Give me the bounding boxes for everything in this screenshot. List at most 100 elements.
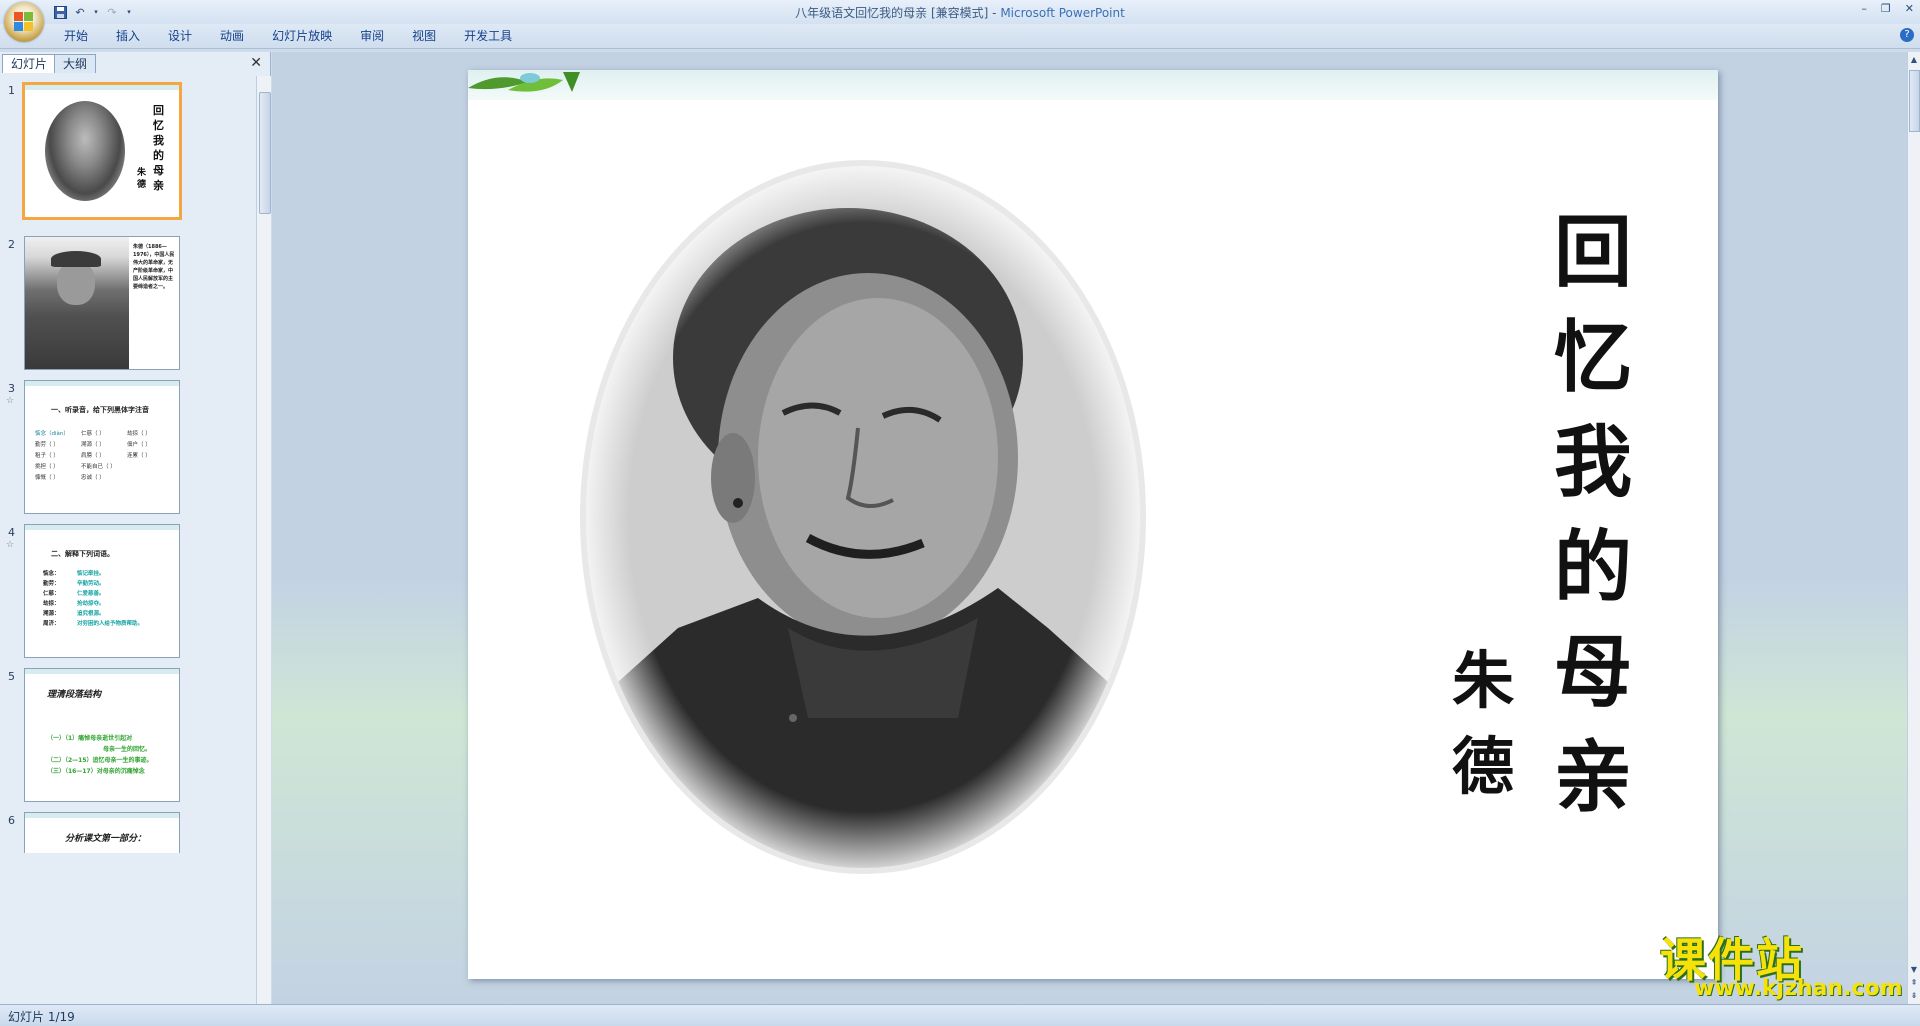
document-title: 八年级语文回忆我的母亲 [兼容模式] - bbox=[795, 6, 1001, 20]
thumb-term: 惦念： bbox=[43, 571, 60, 577]
thumb-photo bbox=[25, 237, 129, 369]
thumb-cell: 不能自已（ ） bbox=[81, 464, 116, 470]
close-button[interactable]: ✕ bbox=[1905, 2, 1914, 15]
title-char: 回 bbox=[1553, 207, 1632, 298]
thumb-pinyin-table: 惦念（diàn） 仁慈（ ） 劫掠（ ） 勤劳（ ） 溯源（ ） 佃户（ ） 租子（ ）… bbox=[35, 429, 151, 484]
site-watermark: 课件站 www.kjzhan.com bbox=[1660, 924, 1910, 1004]
thumb-bio-text: 朱德（1886—1976），中国人民伟大的革命家，无产阶级革命家，中国人民解放军… bbox=[133, 244, 175, 290]
tab-home[interactable]: 开始 bbox=[50, 28, 102, 44]
thumb-band bbox=[25, 381, 179, 386]
help-icon[interactable]: ? bbox=[1900, 28, 1914, 42]
thumb-line: 母亲一生的回忆。 bbox=[103, 746, 152, 753]
tab-view[interactable]: 视图 bbox=[398, 28, 450, 44]
slide-canvas[interactable]: 回 忆 我 的 母 亲 朱 德 bbox=[468, 70, 1718, 979]
thumb-line: （二）（2—15）追忆母亲一生的事迹。 bbox=[47, 757, 153, 764]
slide-thumb-row-5: 5 理清段落结构 （一）（1）痛悼母亲逝世引起对 母亲一生的回忆。 （二）（2—… bbox=[0, 668, 256, 808]
pane-tabs: 幻灯片 大纲 ✕ bbox=[2, 54, 266, 74]
tab-animations[interactable]: 动画 bbox=[206, 28, 258, 44]
thumb-row: 惦念： 惦记牵挂。 bbox=[43, 569, 143, 579]
tab-design[interactable]: 设计 bbox=[154, 28, 206, 44]
thumb-row: 劫掠： 抢劫掠夺。 bbox=[43, 599, 143, 609]
thumb-definitions: 惦念： 惦记牵挂。 勤劳： 辛勤劳动。 仁慈： 仁爱慈善。 劫掠： 抢劫掠夺。 溯源： 追… bbox=[43, 569, 143, 629]
slide-number: 6 bbox=[8, 814, 15, 827]
title-char: 母 bbox=[1553, 627, 1632, 718]
restore-button[interactable]: ❐ bbox=[1881, 2, 1891, 15]
thumb-cell: 劫掠（ ） bbox=[127, 431, 151, 437]
title-char: 的 bbox=[1553, 522, 1632, 613]
thumb-row: 租子（ ） 肩膀（ ） 连累（ ） bbox=[35, 451, 151, 462]
thumb-term: 勤劳： bbox=[43, 581, 60, 587]
thumb-line: （一）（1）痛悼母亲逝世引起对 bbox=[47, 735, 133, 742]
tab-slides[interactable]: 幻灯片 bbox=[2, 54, 57, 73]
tab-insert[interactable]: 插入 bbox=[102, 28, 154, 44]
thumb-cell: 肩膀（ ） bbox=[81, 453, 105, 459]
slide-thumbnail-1[interactable]: 回 忆 我 的 母 亲 朱 德 bbox=[22, 82, 182, 220]
title-bar: ↶ ▾ ↷ ▾ 八年级语文回忆我的母亲 [兼容模式] - Microsoft P… bbox=[0, 0, 1920, 42]
slide-thumbnail-4[interactable]: 二、解释下列词语。 惦念： 惦记牵挂。 勤劳： 辛勤劳动。 仁慈： 仁爱慈善。 劫掠：… bbox=[24, 524, 180, 658]
editor-vertical-scrollbar[interactable]: ▲ ▼ ⇞ ⇟ bbox=[1907, 52, 1920, 1004]
ribbon: 开始 插入 设计 动画 幻灯片放映 审阅 视图 开发工具 ? bbox=[0, 24, 1920, 49]
tab-slideshow[interactable]: 幻灯片放映 bbox=[258, 28, 346, 44]
slides-pane: 幻灯片 大纲 ✕ 1 回 忆 我 的 母 亲 朱 德 2 朱德（1886—197… bbox=[0, 52, 271, 1004]
slide-author-vertical: 朱 德 bbox=[1438, 638, 1528, 810]
thumb-def: 追究根源。 bbox=[77, 611, 105, 617]
thumb-author: 朱 德 bbox=[137, 167, 147, 191]
thumb-photo-face bbox=[57, 261, 95, 305]
thumb-char: 我 bbox=[153, 134, 164, 147]
close-pane-icon[interactable]: ✕ bbox=[250, 55, 262, 71]
author-char: 德 bbox=[1451, 730, 1514, 803]
slide-thumbnail-3[interactable]: 一、听录音，给下列黑体字注音 惦念（diàn） 仁慈（ ） 劫掠（ ） 勤劳（ ） 溯… bbox=[24, 380, 180, 514]
slide-number: 4 bbox=[8, 526, 15, 539]
slide-thumb-row-2: 2 朱德（1886—1976），中国人民伟大的革命家，无产阶级革命家，中国人民解… bbox=[0, 236, 256, 376]
portrait-photo bbox=[580, 160, 1146, 874]
slides-pane-scrollbar[interactable] bbox=[256, 76, 271, 1004]
thumb-cell: 仁慈（ ） bbox=[81, 431, 105, 437]
thumb-char: 亲 bbox=[153, 179, 164, 192]
thumb-title: 回 bbox=[153, 104, 164, 117]
thumb-row: 勤劳（ ） 溯源（ ） 佃户（ ） bbox=[35, 440, 151, 451]
thumb-def: 对穷困的人给予物质帮助。 bbox=[77, 621, 144, 627]
thumb-def: 惦记牵挂。 bbox=[77, 571, 105, 577]
app-name: Microsoft PowerPoint bbox=[1000, 6, 1125, 20]
tab-review[interactable]: 审阅 bbox=[346, 28, 398, 44]
author-char: 朱 bbox=[1451, 644, 1514, 717]
thumb-def: 抢劫掠夺。 bbox=[77, 601, 105, 607]
scrollbar-thumb[interactable] bbox=[259, 92, 271, 214]
thumb-term: 周济： bbox=[43, 621, 60, 627]
window-title: 八年级语文回忆我的母亲 [兼容模式] - Microsoft PowerPoin… bbox=[0, 4, 1920, 21]
thumb-def: 仁爱慈善。 bbox=[77, 591, 105, 597]
leaf-decoration-icon bbox=[468, 72, 580, 92]
thumb-portrait bbox=[45, 101, 125, 201]
slide-thumb-row-6: 6 分析课文第一部分： bbox=[0, 812, 256, 853]
thumb-row: 惦念（diàn） 仁慈（ ） 劫掠（ ） bbox=[35, 429, 151, 440]
scroll-up-icon[interactable]: ▲ bbox=[1908, 54, 1920, 66]
thumb-row: 勤劳： 辛勤劳动。 bbox=[43, 579, 143, 589]
scrollbar-thumb[interactable] bbox=[1909, 70, 1920, 132]
tab-developer[interactable]: 开发工具 bbox=[450, 28, 526, 44]
thumb-cell: 挑担（ ） bbox=[35, 464, 59, 470]
thumb-term: 仁慈： bbox=[43, 591, 60, 597]
office-logo-icon bbox=[14, 12, 34, 32]
thumb-term: 溯源： bbox=[43, 611, 60, 617]
ribbon-tabs: 开始 插入 设计 动画 幻灯片放映 审阅 视图 开发工具 bbox=[50, 28, 526, 44]
tab-outline[interactable]: 大纲 bbox=[54, 54, 97, 73]
slide-thumbnail-2[interactable]: 朱德（1886—1976），中国人民伟大的革命家，无产阶级革命家，中国人民解放军… bbox=[24, 236, 180, 370]
thumb-cell: 溯源（ ） bbox=[81, 442, 105, 448]
window-controls: – ❐ ✕ bbox=[1861, 2, 1914, 15]
thumb-cell: 连累（ ） bbox=[127, 453, 151, 459]
thumb-band bbox=[25, 525, 179, 530]
minimize-button[interactable]: – bbox=[1861, 2, 1867, 15]
thumb-band bbox=[25, 813, 179, 818]
slide-thumbnail-6[interactable]: 分析课文第一部分： bbox=[24, 812, 180, 853]
slide-editor: 回 忆 我 的 母 亲 朱 德 bbox=[272, 52, 1908, 1004]
slide-thumbnail-5[interactable]: 理清段落结构 （一）（1）痛悼母亲逝世引起对 母亲一生的回忆。 （二）（2—15… bbox=[24, 668, 180, 802]
slide-thumb-row-3: 3 ☆ 一、听录音，给下列黑体字注音 惦念（diàn） 仁慈（ ） 劫掠（ ） 勤劳… bbox=[0, 380, 256, 520]
office-button[interactable] bbox=[4, 2, 44, 42]
thumb-cell: 慷慨（ ） bbox=[35, 475, 59, 481]
thumb-cell: 勤劳（ ） bbox=[35, 442, 59, 448]
slide-number: 2 bbox=[8, 238, 15, 251]
thumb-row: 周济： 对穷困的人给予物质帮助。 bbox=[43, 619, 143, 629]
slide-number: 3 bbox=[8, 382, 15, 395]
thumb-char: 忆 bbox=[153, 119, 164, 132]
thumb-row: 仁慈： 仁爱慈善。 bbox=[43, 589, 143, 599]
